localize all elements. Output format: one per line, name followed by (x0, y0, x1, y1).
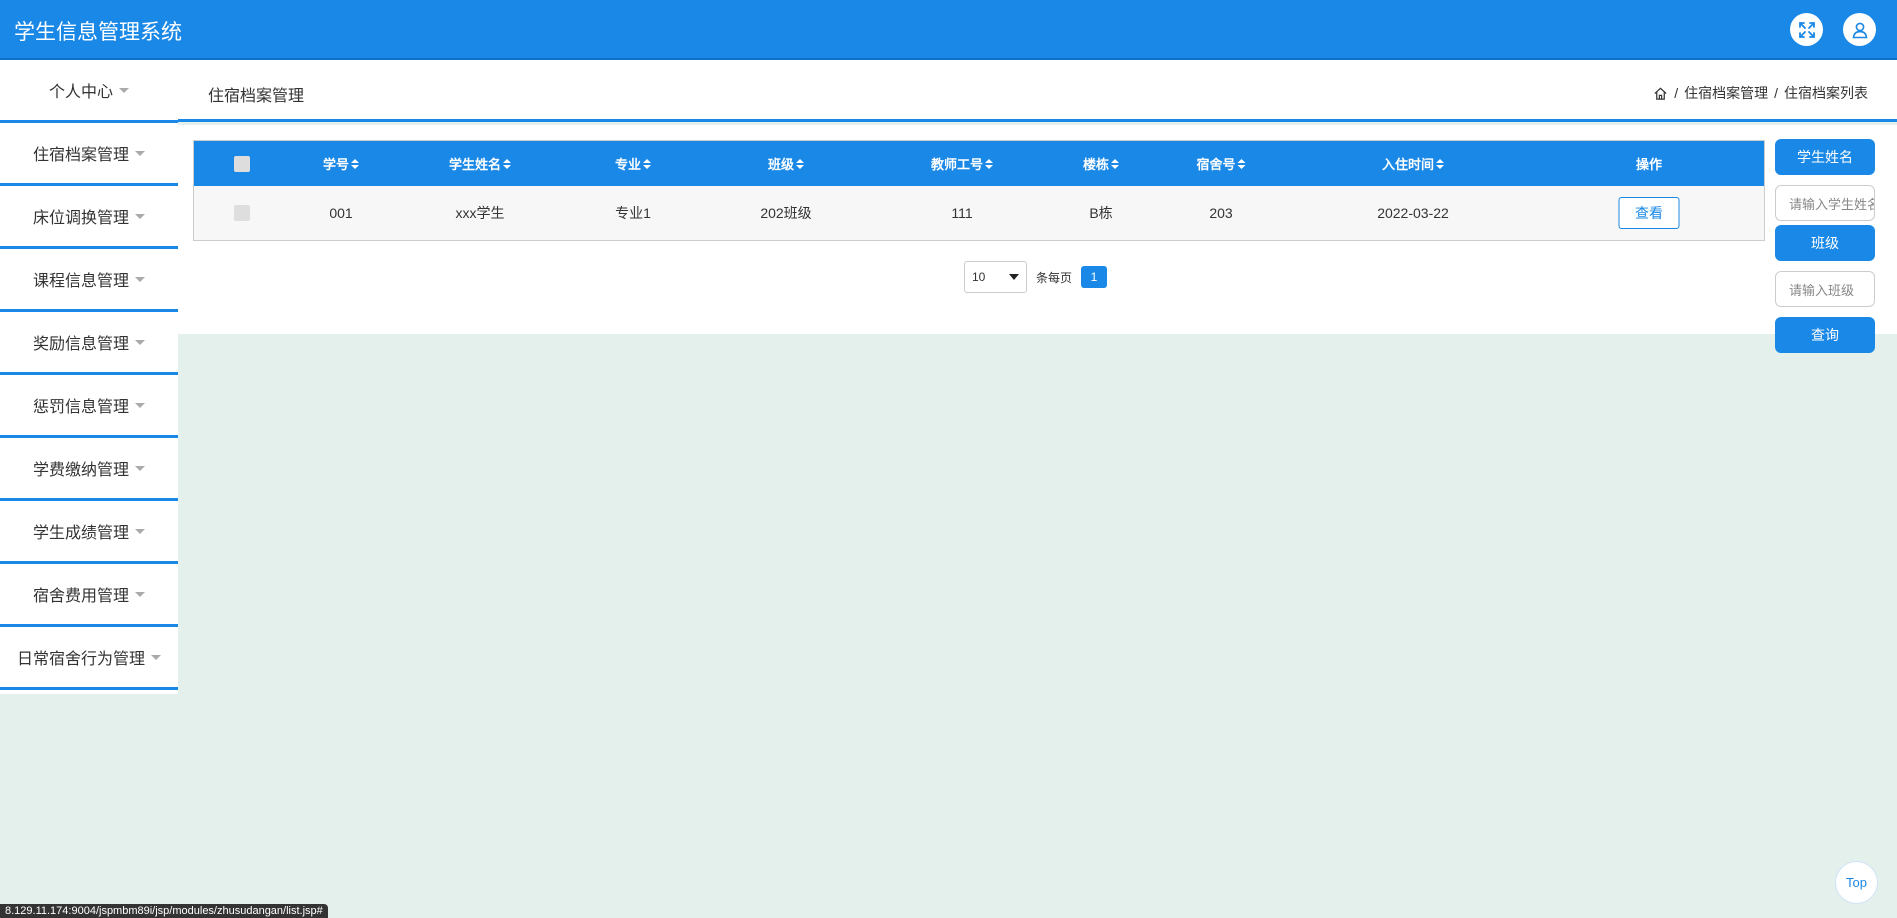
breadcrumb-separator: / (1674, 85, 1679, 101)
student-name-input[interactable]: 请输入学生姓名 (1775, 185, 1875, 221)
sidebar-item-grades[interactable]: 学生成绩管理 (0, 501, 178, 564)
page-title: 住宿档案管理 (208, 88, 305, 105)
table-row: 001 xxx学生 专业1 202班级 111 B栋 203 2022-03-2… (194, 186, 1764, 240)
column-header-xuehao[interactable]: 学号 (323, 141, 360, 186)
column-header-action: 操作 (1635, 157, 1663, 172)
table-header: 学号 学生姓名 专业 班级 教师工号 楼栋 宿舍号 入住时间 操作 (194, 141, 1764, 186)
sort-icon (351, 158, 360, 169)
sidebar-item-label: 学生成绩管理 (32, 525, 129, 542)
sidebar-item-tuition[interactable]: 学费缴纳管理 (0, 438, 178, 501)
cell-xuehao: 001 (329, 205, 353, 221)
home-icon[interactable] (1653, 86, 1668, 101)
cell-class: 202班级 (760, 205, 812, 221)
class-input[interactable]: 请输入班级 (1775, 271, 1875, 307)
breadcrumb: / 住宿档案管理 / 住宿档案列表 (1653, 83, 1868, 103)
cell-action: 查看 (1618, 186, 1680, 240)
query-button[interactable]: 查询 (1775, 317, 1875, 353)
sidebar-item-label: 惩罚信息管理 (32, 399, 129, 416)
page-size-select[interactable]: 10 (964, 261, 1027, 293)
chevron-down-icon (1009, 274, 1019, 280)
status-bar-url: 8.129.11.174:9004/jspmbm89i/jsp/modules/… (0, 904, 328, 918)
caret-down-icon (135, 150, 145, 156)
main-content: 学号 学生姓名 专业 班级 教师工号 楼栋 宿舍号 入住时间 操作 001 xx… (178, 125, 1897, 334)
column-header-name[interactable]: 学生姓名 (449, 141, 512, 186)
column-header-room[interactable]: 宿舍号 (1196, 141, 1246, 186)
pagination: 10 条每页 1 (964, 261, 1108, 293)
sidebar-item-bed-change[interactable]: 床位调换管理 (0, 186, 178, 249)
sidebar-item-reward[interactable]: 奖励信息管理 (0, 312, 178, 375)
sidebar-item-label: 学费缴纳管理 (32, 462, 129, 479)
sidebar-item-accommodation[interactable]: 住宿档案管理 (0, 123, 178, 186)
breadcrumb-level2: 住宿档案列表 (1784, 85, 1868, 101)
caret-down-icon (135, 528, 145, 534)
caret-down-icon (135, 213, 145, 219)
sort-icon (643, 158, 652, 169)
row-checkbox[interactable] (234, 186, 250, 240)
user-icon[interactable] (1843, 13, 1876, 46)
sort-icon (796, 158, 805, 169)
sidebar-item-label: 宿舍费用管理 (32, 588, 129, 605)
cell-teacher-id: 111 (951, 205, 973, 221)
column-header-checkin[interactable]: 入住时间 (1382, 141, 1445, 186)
student-name-label: 学生姓名 (1775, 139, 1875, 175)
sort-icon (1237, 158, 1246, 169)
cell-checkin: 2022-03-22 (1377, 205, 1449, 221)
sidebar-item-punishment[interactable]: 惩罚信息管理 (0, 375, 178, 438)
column-header-major[interactable]: 专业 (615, 141, 652, 186)
sidebar-item-label: 日常宿舍行为管理 (16, 651, 145, 668)
breadcrumb-separator: / (1774, 85, 1778, 101)
per-page-label: 条每页 (1036, 270, 1073, 285)
column-header-class[interactable]: 班级 (768, 141, 805, 186)
app-title: 学生信息管理系统 (14, 21, 182, 44)
caret-down-icon (119, 87, 129, 93)
caret-down-icon (135, 402, 145, 408)
cell-room: 203 (1209, 205, 1233, 221)
sidebar-item-dorm-fees[interactable]: 宿舍费用管理 (0, 564, 178, 627)
sidebar-item-label: 住宿档案管理 (32, 147, 129, 164)
page-header: 住宿档案管理 / 住宿档案管理 / 住宿档案列表 (178, 60, 1897, 122)
sidebar-item-label: 课程信息管理 (32, 273, 129, 290)
sidebar-item-personal-center[interactable]: 个人中心 (0, 60, 178, 123)
sidebar-item-label: 奖励信息管理 (32, 336, 129, 353)
sidebar-item-label: 床位调换管理 (32, 210, 129, 227)
cell-major: 专业1 (615, 205, 651, 221)
breadcrumb-level1[interactable]: 住宿档案管理 (1684, 83, 1768, 103)
class-label: 班级 (1775, 225, 1875, 261)
select-all-checkbox[interactable] (234, 141, 250, 186)
fullscreen-icon[interactable] (1790, 13, 1823, 46)
caret-down-icon (135, 591, 145, 597)
page-number-current[interactable]: 1 (1081, 266, 1108, 288)
sort-icon (503, 158, 512, 169)
cell-name: xxx学生 (455, 205, 505, 221)
top-navbar: 学生信息管理系统 (0, 0, 1897, 60)
sort-icon (1436, 158, 1445, 169)
caret-down-icon (151, 654, 161, 660)
back-to-top-button[interactable]: Top (1835, 861, 1878, 904)
caret-down-icon (135, 276, 145, 282)
sidebar-item-dorm-behavior[interactable]: 日常宿舍行为管理 (0, 627, 178, 690)
sidebar-item-course[interactable]: 课程信息管理 (0, 249, 178, 312)
sort-icon (1111, 158, 1120, 169)
view-button[interactable]: 查看 (1618, 197, 1680, 229)
sort-icon (985, 158, 994, 169)
sidebar-item-label: 个人中心 (48, 84, 113, 101)
caret-down-icon (135, 465, 145, 471)
column-header-teacher-id[interactable]: 教师工号 (931, 141, 994, 186)
sidebar: 个人中心 住宿档案管理 床位调换管理 课程信息管理 奖励信息管理 惩罚信息管理 … (0, 60, 178, 694)
data-table: 学号 学生姓名 专业 班级 教师工号 楼栋 宿舍号 入住时间 操作 001 xx… (193, 140, 1765, 241)
caret-down-icon (135, 339, 145, 345)
cell-building: B栋 (1089, 205, 1113, 221)
column-header-building[interactable]: 楼栋 (1083, 141, 1120, 186)
